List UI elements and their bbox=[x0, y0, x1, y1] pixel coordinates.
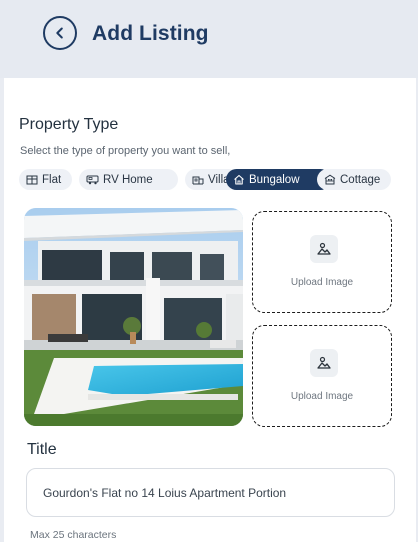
rv-icon bbox=[86, 175, 99, 185]
page-title: Add Listing bbox=[92, 22, 209, 45]
cottage-icon bbox=[324, 174, 336, 185]
back-button[interactable] bbox=[43, 16, 77, 50]
upload-image-slot[interactable]: Upload Image bbox=[252, 325, 392, 427]
title-hint: Max 25 characters bbox=[30, 529, 117, 541]
upload-label: Upload Image bbox=[290, 391, 354, 402]
upload-label: Upload Image bbox=[290, 277, 354, 288]
type-chip-label: Flat bbox=[42, 173, 62, 186]
app-header: Add Listing bbox=[0, 0, 418, 78]
property-photo[interactable] bbox=[24, 208, 243, 426]
villa-photo-image bbox=[24, 208, 243, 426]
type-chip-label: Cottage bbox=[340, 173, 381, 186]
type-chip-rv-home[interactable]: RV Home bbox=[79, 169, 178, 190]
type-chip-label: Bungalow bbox=[249, 173, 300, 186]
upload-image-slot[interactable]: Upload Image bbox=[252, 211, 392, 313]
type-chip-cottage[interactable]: Cottage bbox=[317, 169, 391, 190]
title-input-value: Gourdon's Flat no 14 Loius Apartment Por… bbox=[43, 485, 287, 500]
type-chip-label: RV Home bbox=[103, 173, 153, 186]
type-chip-flat[interactable]: Flat bbox=[19, 169, 72, 190]
villa-icon bbox=[192, 176, 204, 185]
property-type-subtitle: Select the type of property you want to … bbox=[20, 145, 231, 157]
title-label: Title bbox=[27, 441, 57, 458]
screen: Add Listing Property Type Select the typ… bbox=[0, 0, 418, 542]
chevron-left-icon bbox=[56, 27, 63, 39]
image-icon bbox=[310, 235, 338, 263]
image-icon bbox=[310, 349, 338, 377]
type-chip-bungalow[interactable]: Bungalow bbox=[226, 169, 331, 190]
property-type-heading: Property Type bbox=[19, 116, 119, 133]
title-input[interactable]: Gourdon's Flat no 14 Loius Apartment Por… bbox=[26, 468, 395, 517]
flat-icon bbox=[26, 175, 38, 185]
house-icon bbox=[234, 174, 244, 185]
